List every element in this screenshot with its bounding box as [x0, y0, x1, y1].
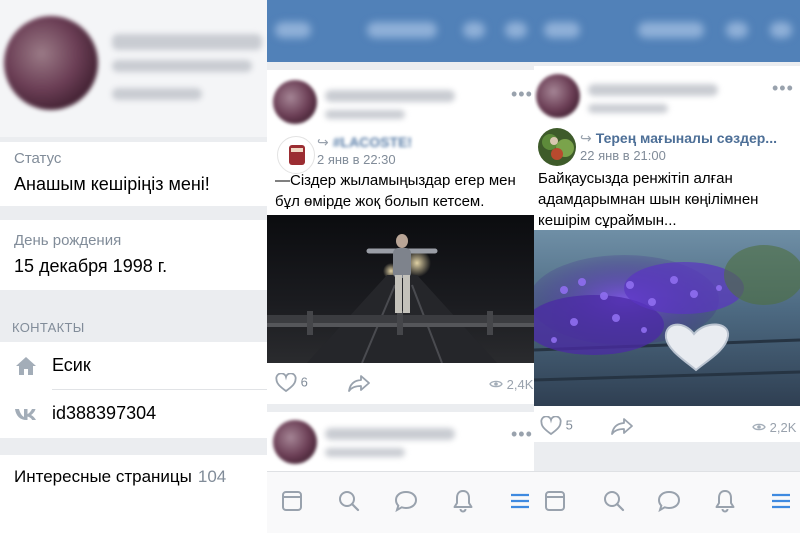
views-count: 2,2K	[769, 420, 797, 435]
blurred-back-button[interactable]	[275, 22, 311, 38]
repost-source-name[interactable]: ↪ #LACOSTE!	[317, 134, 412, 151]
blurred-back-button[interactable]	[544, 22, 580, 38]
blurred-post-time	[325, 110, 405, 119]
city-text: Есик	[52, 355, 91, 375]
heart-icon	[540, 415, 562, 436]
interesting-pages-label-wrap: Интересные страницы 104	[14, 467, 226, 487]
blurred-subtitle	[112, 60, 252, 72]
share-button[interactable]	[610, 416, 634, 436]
feed-panel-right: ••• ↪ Терең мағыналы сөздер... 22 янв в 2…	[534, 0, 800, 533]
blurred-author-name	[588, 84, 718, 96]
birthday-block: День рождения 15 декабря 1998 г.	[0, 220, 267, 290]
messages-icon[interactable]	[656, 488, 682, 514]
eye-icon	[752, 420, 766, 435]
post-card: ••• ↪ Терең мағыналы сөздер... 22 янв в 2…	[534, 66, 800, 442]
repost-source-name-text: Терең мағыналы сөздер...	[595, 130, 777, 146]
next-post-card: •••	[267, 412, 534, 472]
blurred-online	[112, 88, 202, 100]
vk-id-text: id388397304	[52, 403, 157, 423]
interesting-pages-label: Интересные страницы	[14, 467, 192, 486]
share-arrow-icon	[610, 417, 634, 435]
status-block: Статус Анашым кешіріңіз мені!	[0, 142, 267, 206]
vk-logo-icon	[14, 403, 38, 425]
status-value: Анашым кешіріңіз мені!	[14, 174, 210, 194]
repost-source-icon[interactable]	[538, 128, 576, 166]
notifications-icon[interactable]	[712, 488, 738, 514]
share-button[interactable]	[347, 373, 371, 393]
blurred-title	[638, 22, 704, 38]
feed-panel-left: ••• ↪ #LACOSTE! 2 янв в 22:30 —Сіздер жыл…	[267, 0, 534, 533]
top-navigation-bar	[534, 0, 800, 62]
views-counter: 2,4K	[489, 377, 533, 392]
repost-date: 2 янв в 22:30	[317, 152, 396, 167]
like-count: 6	[300, 374, 308, 390]
top-navigation-bar	[267, 0, 534, 62]
search-icon[interactable]	[336, 488, 362, 514]
repost-source-name-text: #LACOSTE!	[332, 134, 413, 150]
repost-date: 22 янв в 21:00	[580, 148, 666, 163]
post-image[interactable]	[267, 215, 534, 363]
blurred-post-time	[588, 104, 668, 113]
post-card: ••• ↪ #LACOSTE! 2 янв в 22:30 —Сіздер жыл…	[267, 70, 534, 404]
avatar[interactable]	[4, 16, 98, 110]
interesting-pages-count: 104	[197, 467, 227, 486]
bottom-tab-bar	[534, 471, 800, 533]
heart-icon	[275, 372, 297, 393]
birthday-value: 15 декабря 1998 г.	[14, 256, 168, 276]
notifications-icon[interactable]	[450, 488, 476, 514]
post-text: —Сіздер жыламыңыздар егер мен бұл өмірде…	[275, 172, 516, 210]
blurred-title	[367, 22, 437, 38]
blurred-call-button[interactable]	[726, 22, 748, 38]
news-icon[interactable]	[542, 488, 568, 514]
bottom-tab-bar	[267, 471, 534, 533]
profile-header	[0, 0, 267, 137]
next-more-options-icon[interactable]: •••	[511, 424, 533, 445]
more-options-icon[interactable]: •••	[772, 78, 794, 99]
blurred-action-button[interactable]	[770, 22, 792, 38]
menu-icon[interactable]	[507, 488, 533, 514]
blurred-action-button[interactable]	[505, 22, 527, 38]
share-arrow-icon	[347, 374, 371, 392]
contact-city[interactable]: Есик	[0, 342, 267, 390]
menu-icon[interactable]	[768, 488, 794, 514]
status-label: Статус	[14, 150, 62, 167]
like-button[interactable]: 5	[540, 415, 573, 436]
repost-arrow-icon: ↪	[580, 130, 592, 146]
repost-source-name[interactable]: ↪ Терең мағыналы сөздер...	[580, 130, 777, 147]
eye-icon	[489, 377, 503, 392]
views-counter: 2,2K	[752, 420, 796, 435]
blurred-author-name	[325, 90, 455, 102]
post-text: Байқаусызда ренжітіп алған адамдарымнан …	[538, 170, 759, 229]
messages-icon[interactable]	[393, 488, 419, 514]
profile-bottom-space	[0, 499, 267, 533]
blurred-next-time	[325, 448, 405, 457]
like-button[interactable]: 6	[275, 372, 308, 393]
home-icon	[14, 355, 38, 377]
repost-source-icon[interactable]	[277, 136, 315, 174]
more-options-icon[interactable]: •••	[511, 84, 533, 105]
profile-panel: Статус Анашым кешіріңіз мені! День рожде…	[0, 0, 267, 533]
blurred-call-button[interactable]	[463, 22, 485, 38]
views-count: 2,4K	[506, 377, 534, 392]
blurred-next-author	[325, 428, 455, 440]
news-icon[interactable]	[279, 488, 305, 514]
blurred-name	[112, 34, 262, 50]
interesting-pages-row[interactable]: Интересные страницы 104	[0, 455, 267, 499]
post-image[interactable]	[534, 230, 800, 406]
next-author-avatar[interactable]	[273, 420, 317, 464]
like-count: 5	[565, 417, 573, 433]
contacts-header: КОНТАКТЫ	[12, 320, 85, 335]
author-avatar[interactable]	[536, 74, 580, 118]
contact-vk[interactable]: id388397304	[0, 390, 267, 438]
birthday-label: День рождения	[14, 232, 122, 249]
search-icon[interactable]	[601, 488, 627, 514]
author-avatar[interactable]	[273, 80, 317, 124]
repost-arrow-icon: ↪	[317, 134, 329, 150]
